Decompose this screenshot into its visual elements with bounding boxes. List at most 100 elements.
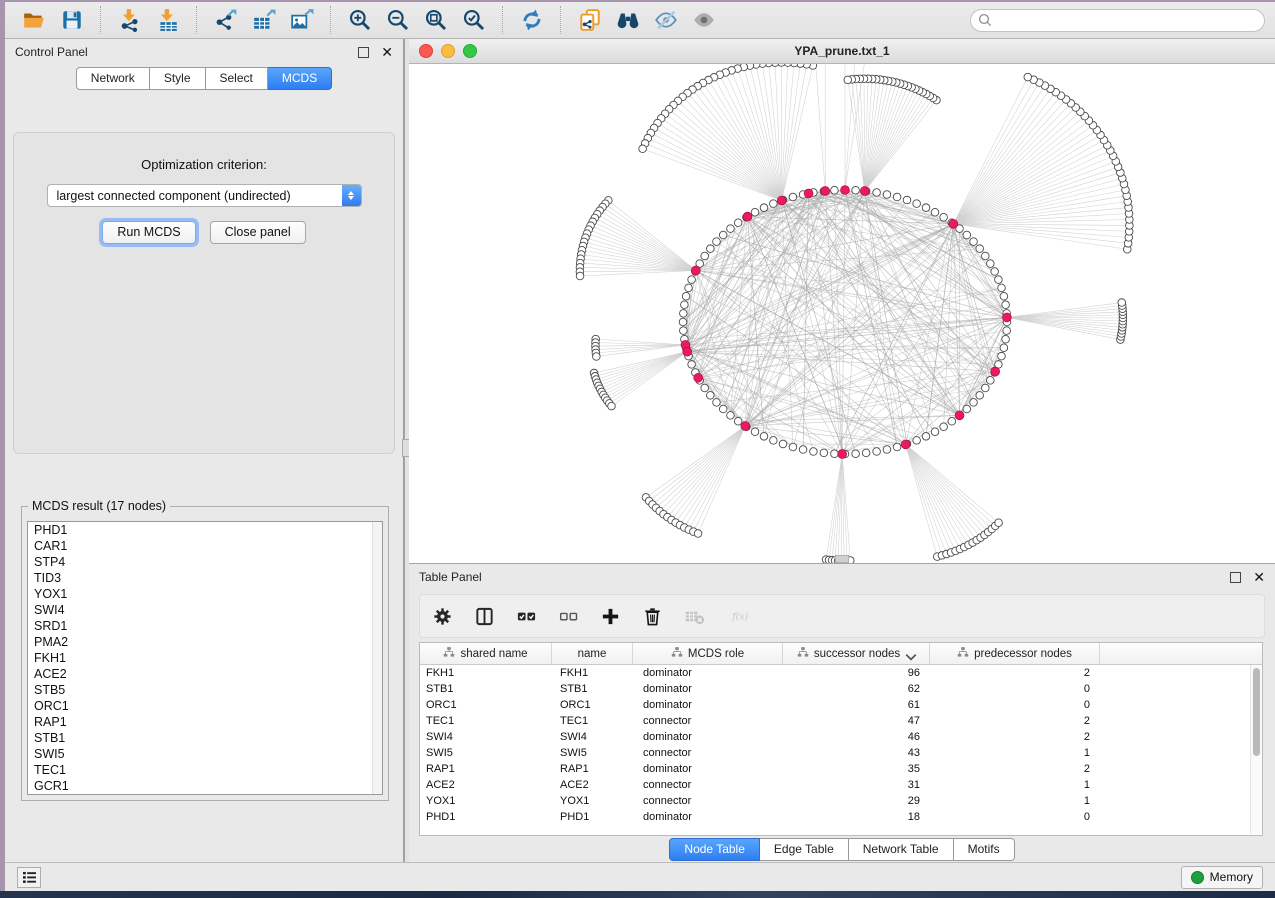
tab-motifs[interactable]: Motifs bbox=[954, 838, 1015, 861]
network-canvas[interactable] bbox=[409, 64, 1275, 563]
cell-shared_name: TEC1 bbox=[420, 713, 552, 729]
export-image-button[interactable] bbox=[283, 5, 321, 35]
search-icon bbox=[978, 13, 992, 27]
cell-predecessor_nodes: 2 bbox=[930, 665, 1100, 681]
criterion-select-value: largest connected component (undirected) bbox=[48, 189, 342, 203]
network-window-titlebar[interactable]: YPA_prune.txt_1 bbox=[409, 39, 1275, 64]
node-table-header: shared name nameMCDS role successor nodes p… bbox=[420, 643, 1262, 665]
mcds-list-scrollbar[interactable] bbox=[372, 522, 382, 794]
zoom-selected-button[interactable] bbox=[455, 5, 493, 35]
column-header-MCDS-role[interactable]: MCDS role bbox=[633, 643, 783, 664]
column-header-name[interactable]: name bbox=[552, 643, 633, 664]
mcds-result-item[interactable]: YOX1 bbox=[28, 586, 382, 602]
table-row[interactable]: RAP1RAP1dominator352 bbox=[420, 761, 1262, 777]
mcds-result-item[interactable]: GCR1 bbox=[28, 778, 382, 794]
table-row[interactable]: YOX1YOX1connector291 bbox=[420, 793, 1262, 809]
mcds-result-item[interactable]: SWI5 bbox=[28, 746, 382, 762]
mcds-result-item[interactable]: STP4 bbox=[28, 554, 382, 570]
table-panel-header: Table Panel ✕ bbox=[409, 564, 1275, 590]
memory-button[interactable]: Memory bbox=[1181, 866, 1263, 889]
tab-edge-table[interactable]: Edge Table bbox=[760, 838, 849, 861]
tab-select[interactable]: Select bbox=[206, 67, 268, 90]
columns-button[interactable] bbox=[472, 604, 496, 628]
table-scrollbar[interactable] bbox=[1250, 665, 1262, 834]
apply-layout-button[interactable] bbox=[513, 5, 551, 35]
table-row[interactable]: ACE2ACE2connector311 bbox=[420, 777, 1262, 793]
import-network-button[interactable] bbox=[111, 5, 149, 35]
export-table-button[interactable] bbox=[245, 5, 283, 35]
select-all-button[interactable] bbox=[514, 604, 538, 628]
cell-predecessor_nodes: 1 bbox=[930, 793, 1100, 809]
new-network-from-selection-button[interactable] bbox=[571, 5, 609, 35]
cell-shared_name: SWI4 bbox=[420, 729, 552, 745]
open-folder-button[interactable] bbox=[15, 5, 53, 35]
close-panel-button[interactable]: Close panel bbox=[210, 221, 306, 244]
mcds-result-item[interactable]: CAR1 bbox=[28, 538, 382, 554]
mcds-result-item[interactable]: TEC1 bbox=[28, 762, 382, 778]
cell-mcds_role: connector bbox=[633, 777, 783, 793]
close-table-panel-icon[interactable]: ✕ bbox=[1253, 570, 1265, 584]
hide-selection-button[interactable] bbox=[647, 5, 685, 35]
cell-name: ORC1 bbox=[552, 697, 633, 713]
table-row[interactable]: ORC1ORC1dominator610 bbox=[420, 697, 1262, 713]
column-label: successor nodes bbox=[814, 648, 900, 660]
deselect-all-button[interactable] bbox=[556, 604, 580, 628]
delete-column-button[interactable] bbox=[640, 604, 664, 628]
gear-button[interactable] bbox=[430, 604, 454, 628]
horizontal-splitter-grip[interactable] bbox=[835, 555, 849, 563]
tab-network[interactable]: Network bbox=[76, 67, 150, 90]
cell-name: TEC1 bbox=[552, 713, 633, 729]
mcds-result-item[interactable]: STB5 bbox=[28, 682, 382, 698]
mcds-result-item[interactable]: PMA2 bbox=[28, 634, 382, 650]
mcds-result-item[interactable]: RAP1 bbox=[28, 714, 382, 730]
zoom-in-button[interactable] bbox=[341, 5, 379, 35]
table-scrollbar-thumb[interactable] bbox=[1253, 668, 1260, 756]
mcds-result-item[interactable]: FKH1 bbox=[28, 650, 382, 666]
column-label: shared name bbox=[460, 648, 527, 660]
column-header-predecessor-nodes[interactable]: predecessor nodes bbox=[930, 643, 1100, 664]
table-row[interactable]: PHD1PHD1dominator180 bbox=[420, 809, 1262, 825]
tab-mcds[interactable]: MCDS bbox=[268, 67, 332, 90]
table-row[interactable]: TEC1TEC1connector472 bbox=[420, 713, 1262, 729]
mcds-result-item[interactable]: ORC1 bbox=[28, 698, 382, 714]
cell-predecessor_nodes: 1 bbox=[930, 777, 1100, 793]
mcds-result-item[interactable]: SRD1 bbox=[28, 618, 382, 634]
search-input[interactable] bbox=[970, 9, 1265, 32]
close-panel-icon[interactable]: ✕ bbox=[381, 45, 393, 59]
table-row[interactable]: SWI5SWI5connector431 bbox=[420, 745, 1262, 761]
network-graph[interactable] bbox=[409, 64, 1275, 563]
show-all-button[interactable] bbox=[685, 5, 723, 35]
task-history-button[interactable] bbox=[17, 867, 41, 888]
mcds-result-item[interactable]: STB1 bbox=[28, 730, 382, 746]
cell-shared_name: FKH1 bbox=[420, 665, 552, 681]
run-mcds-button[interactable]: Run MCDS bbox=[102, 221, 195, 244]
table-row[interactable]: FKH1FKH1dominator962 bbox=[420, 665, 1262, 681]
tab-node-table[interactable]: Node Table bbox=[669, 838, 760, 861]
float-table-panel-icon[interactable] bbox=[1230, 572, 1241, 583]
mcds-result-item[interactable]: PHD1 bbox=[28, 522, 382, 538]
table-row[interactable]: SWI4SWI4dominator462 bbox=[420, 729, 1262, 745]
mcds-result-list[interactable]: PHD1CAR1STP4TID3YOX1SWI4SRD1PMA2FKH1ACE2… bbox=[27, 521, 383, 795]
export-network-button[interactable] bbox=[207, 5, 245, 35]
node-table-rows: FKH1FKH1dominator962STB1STB1dominator620… bbox=[420, 665, 1262, 825]
tab-style[interactable]: Style bbox=[150, 67, 206, 90]
float-panel-icon[interactable] bbox=[358, 47, 369, 58]
column-header-successor-nodes[interactable]: successor nodes bbox=[783, 643, 930, 664]
node-table[interactable]: shared name nameMCDS role successor nodes p… bbox=[419, 642, 1263, 836]
criterion-select[interactable]: largest connected component (undirected) bbox=[47, 184, 362, 207]
zoom-out-button[interactable] bbox=[379, 5, 417, 35]
shared-column-icon bbox=[443, 646, 455, 661]
save-button[interactable] bbox=[53, 5, 91, 35]
add-column-button[interactable] bbox=[598, 604, 622, 628]
zoom-fit-button[interactable] bbox=[417, 5, 455, 35]
table-row[interactable]: STB1STB1dominator620 bbox=[420, 681, 1262, 697]
mcds-result-item[interactable]: TID3 bbox=[28, 570, 382, 586]
mcds-result-item[interactable]: ACE2 bbox=[28, 666, 382, 682]
column-header-shared-name[interactable]: shared name bbox=[420, 643, 552, 664]
import-table-button[interactable] bbox=[149, 5, 187, 35]
cell-shared_name: ORC1 bbox=[420, 697, 552, 713]
tab-network-table[interactable]: Network Table bbox=[849, 838, 954, 861]
cell-predecessor_nodes: 0 bbox=[930, 809, 1100, 825]
first-neighbors-button[interactable] bbox=[609, 5, 647, 35]
mcds-result-item[interactable]: SWI4 bbox=[28, 602, 382, 618]
